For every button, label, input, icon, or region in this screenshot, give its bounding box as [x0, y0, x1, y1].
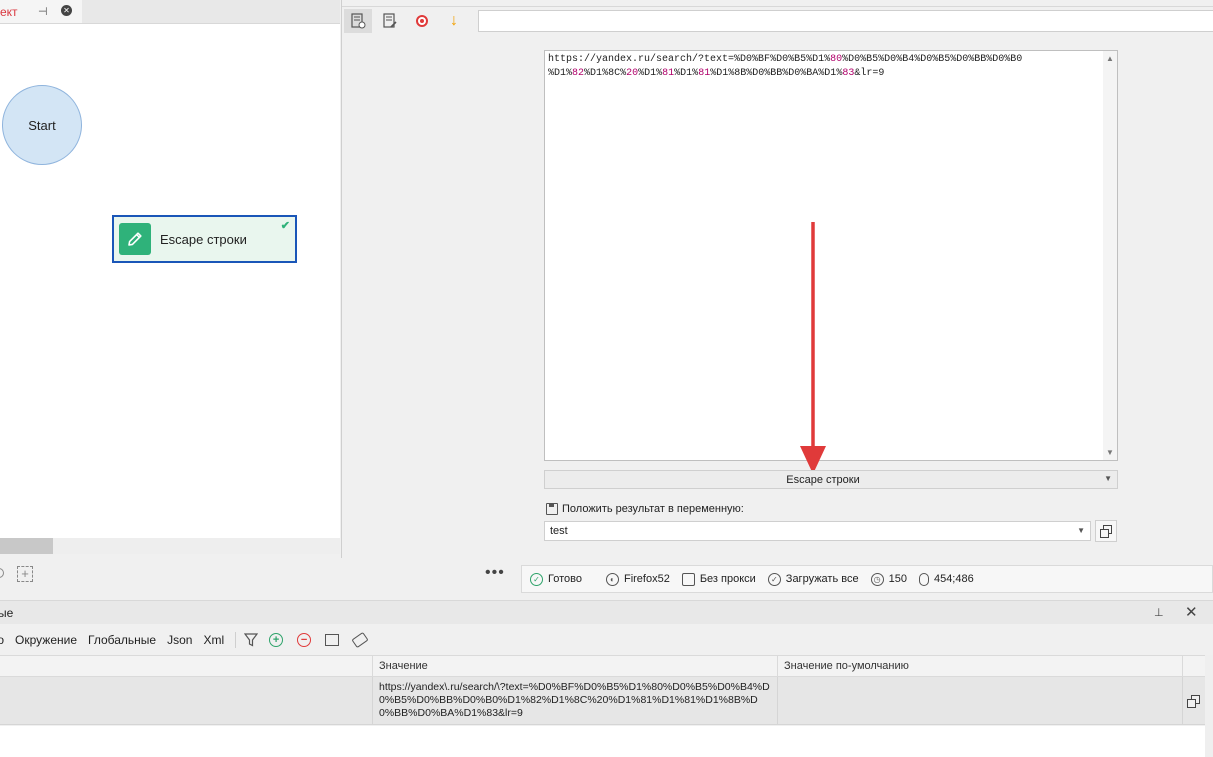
chevron-down-icon: ▼	[1077, 526, 1085, 535]
variables-tabs: то Окружение Глобальные Json Xml + −	[0, 628, 369, 652]
canvas-horizontal-scrollbar[interactable]	[0, 538, 340, 554]
column-header-value[interactable]: Значение	[372, 656, 777, 678]
annotation-arrow	[800, 222, 826, 474]
tab-json[interactable]: Json	[167, 633, 192, 647]
canvas-toolbar: + •••	[0, 562, 512, 588]
variables-grid-empty-area	[0, 726, 1205, 757]
circle-icon[interactable]	[0, 568, 4, 578]
project-tab-title: ект	[0, 4, 18, 19]
app-window: ект ⊣ ✕ Start Escape строки ✔ + ••• ↓ ht…	[0, 0, 1213, 757]
variables-vertical-scrollbar[interactable]	[1205, 655, 1213, 757]
status-ready: ✓ Готово	[530, 572, 582, 586]
monitor-icon	[681, 572, 695, 586]
variable-value-cell[interactable]: https://yandex\.ru/search/\?text=%D0%BF%…	[372, 677, 777, 725]
pin-icon[interactable]: ⊥	[1154, 606, 1164, 619]
source-text-line-2: %D1%82%D1%8C%20%D1%81%D1%81%D1%8B%D0%BB%…	[548, 68, 885, 79]
tab-environment[interactable]: Окружение	[15, 633, 77, 647]
mouse-icon	[918, 572, 929, 586]
copy-icon-back	[1187, 699, 1196, 708]
save-result-label: Положить результат в переменную:	[562, 503, 744, 515]
tab-project[interactable]: то	[0, 633, 4, 647]
check-circle-icon: ✓	[530, 572, 543, 586]
download-arrow-icon[interactable]: ↓	[440, 9, 468, 33]
close-icon[interactable]: ✕	[1185, 603, 1198, 621]
close-tab-icon[interactable]: ✕	[61, 5, 72, 16]
source-text-line-1: https://yandex.ru/search/?text=%D0%BF%D0…	[548, 54, 1023, 65]
action-name-input[interactable]	[478, 10, 1213, 32]
column-header-extra	[1182, 656, 1205, 678]
more-icon[interactable]: •••	[485, 564, 505, 582]
column-header-default[interactable]: Значение по-умолчанию	[777, 656, 1182, 678]
edit-document-icon[interactable]	[376, 9, 404, 33]
result-variable-value: test	[550, 525, 568, 537]
clock-icon: ◷	[870, 572, 884, 586]
tab-xml[interactable]: Xml	[203, 633, 224, 647]
copy-button[interactable]	[1095, 520, 1117, 542]
action-node-label: Escape строки	[160, 231, 247, 247]
tab-global[interactable]: Глобальные	[88, 633, 156, 647]
copy-value-icon[interactable]	[1187, 695, 1201, 709]
text-area-scrollbar[interactable]: ▲ ▼	[1103, 51, 1117, 460]
editor-toolbar: ↓	[342, 7, 1213, 35]
load-mode-text: Загружать все	[785, 573, 859, 585]
timeout-text: 150	[888, 573, 907, 585]
variables-grid-header: Значение Значение по-умолчанию	[0, 655, 1205, 678]
proxy-text: Без прокси	[699, 573, 756, 585]
browser-globe-icon: ◐	[605, 572, 619, 586]
floppy-disk-icon	[546, 503, 558, 515]
variable-default-cell[interactable]	[777, 677, 1182, 725]
project-canvas[interactable]: Start Escape строки ✔	[0, 24, 340, 538]
add-variable-icon[interactable]: +	[269, 633, 284, 647]
action-type-dropdown[interactable]: Escape строки ▼	[544, 470, 1118, 489]
start-node[interactable]: Start	[2, 85, 82, 165]
add-frame-icon[interactable]: +	[17, 566, 33, 582]
editor-body: https://yandex.ru/search/?text=%D0%BF%D0…	[342, 36, 1213, 558]
source-text: https://yandex.ru/search/?text=%D0%BF%D0…	[548, 53, 1100, 81]
scroll-up-icon[interactable]: ▲	[1106, 54, 1114, 63]
load-mode-selector[interactable]: ✓ Загружать все	[767, 572, 859, 586]
variables-panel: ые ⊥ ✕ то Окружение Глобальные Json Xml …	[0, 600, 1213, 757]
result-variable-dropdown[interactable]: test ▼	[544, 521, 1091, 541]
check-circle-icon: ✓	[767, 572, 781, 586]
tabstrip-background	[82, 0, 340, 24]
escape-action-node[interactable]: Escape строки ✔	[112, 215, 297, 263]
browser-selector[interactable]: ◐ Firefox52	[605, 572, 670, 586]
filter-icon[interactable]	[243, 633, 259, 647]
mouse-coordinates: 454;486	[918, 572, 974, 586]
action-type-value: Escape строки	[786, 474, 860, 486]
chevron-down-icon: ▼	[1104, 474, 1112, 483]
remove-variable-icon[interactable]: −	[297, 633, 312, 647]
pin-icon[interactable]: ⊣	[38, 5, 48, 18]
check-icon: ✔	[280, 220, 290, 232]
proxy-selector[interactable]: Без прокси	[681, 572, 756, 586]
pencil-icon	[119, 223, 151, 255]
variables-panel-header: ые ⊥ ✕	[0, 600, 1213, 624]
status-bar: ✓ Готово ◐ Firefox52 Без прокси ✓ Загруж…	[521, 565, 1213, 593]
scroll-down-icon[interactable]: ▼	[1106, 448, 1114, 457]
save-result-label-row: Положить результат в переменную:	[546, 501, 744, 517]
coordinates-text: 454;486	[933, 573, 974, 585]
record-icon[interactable]	[408, 9, 436, 33]
toolbar-separator	[235, 632, 237, 648]
status-ready-text: Готово	[548, 573, 582, 585]
properties-icon[interactable]	[344, 9, 372, 33]
panel-top-border	[342, 0, 1213, 7]
copy-icon-back	[1100, 529, 1109, 538]
table-row[interactable]: https://yandex\.ru/search/\?text=%D0%BF%…	[0, 677, 1205, 725]
action-editor-panel: ↓ https://yandex.ru/search/?text=%D0%BF%…	[341, 0, 1213, 558]
timeout-selector[interactable]: ◷ 150	[870, 572, 907, 586]
project-tab[interactable]: ект ⊣ ✕	[0, 0, 82, 24]
scrollbar-thumb[interactable]	[0, 538, 53, 554]
variables-panel-title: ые	[0, 606, 14, 620]
eraser-icon[interactable]	[351, 631, 369, 649]
frame-icon[interactable]	[325, 634, 340, 646]
browser-text: Firefox52	[623, 573, 670, 585]
source-text-area[interactable]: https://yandex.ru/search/?text=%D0%BF%D0…	[544, 50, 1118, 461]
start-node-label: Start	[28, 117, 56, 133]
